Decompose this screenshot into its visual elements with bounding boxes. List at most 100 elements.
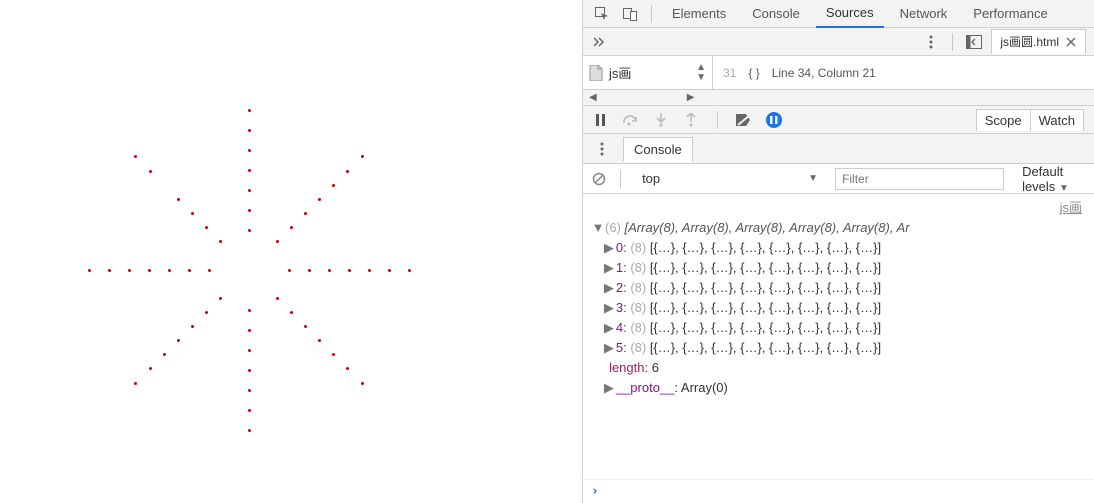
log-entry[interactable]: ▶0: (8) [{…}, {…}, {…}, {…}, {…}, {…}, {… <box>591 238 1086 258</box>
scroll-right-icon[interactable]: ▶ <box>687 92 695 103</box>
canvas-dot <box>177 339 180 342</box>
canvas-dot <box>219 297 222 300</box>
devtools-tabs: Elements Console Sources Network Perform… <box>583 0 1094 28</box>
canvas-dot <box>134 382 137 385</box>
canvas-dot <box>248 229 251 232</box>
log-root[interactable]: ▼(6) [Array(8), Array(8), Array(8), Arra… <box>591 218 1086 238</box>
canvas-dot <box>388 269 391 272</box>
deactivate-breakpoints-icon[interactable] <box>736 112 752 128</box>
canvas-dot <box>248 209 251 212</box>
canvas-dot <box>88 269 91 272</box>
navigator-spinner-icon[interactable]: ▲▼ <box>696 63 706 83</box>
canvas-dot <box>304 212 307 215</box>
tab-watch[interactable]: Watch <box>1030 109 1084 131</box>
separator <box>620 170 621 188</box>
canvas-dot <box>346 170 349 173</box>
canvas-dot <box>248 109 251 112</box>
pause-on-exceptions-icon[interactable] <box>766 112 782 128</box>
log-length: length: 6 <box>591 358 1086 378</box>
log-levels-dropdown[interactable]: Default levels ▼ <box>1022 164 1086 194</box>
canvas-dot <box>188 269 191 272</box>
overflow-chevrons-icon[interactable] <box>591 31 613 53</box>
open-file-tab[interactable]: js画圆.html <box>991 29 1086 54</box>
step-into-icon[interactable] <box>653 112 669 128</box>
step-out-icon[interactable] <box>683 112 699 128</box>
canvas-dot <box>318 339 321 342</box>
tab-scope[interactable]: Scope <box>976 109 1031 131</box>
console-output[interactable]: js画 ▼(6) [Array(8), Array(8), Array(8), … <box>583 194 1094 479</box>
canvas-dot <box>205 226 208 229</box>
close-file-icon[interactable] <box>1065 36 1077 48</box>
canvas-dot <box>361 382 364 385</box>
canvas-dot <box>248 149 251 152</box>
canvas-dot <box>288 269 291 272</box>
scope-watch-tabs: Scope Watch <box>977 109 1084 131</box>
tab-sources[interactable]: Sources <box>816 0 884 28</box>
canvas-dot <box>308 269 311 272</box>
canvas-dot <box>191 212 194 215</box>
braces-icon[interactable]: { } <box>748 66 759 80</box>
navigator-file-name: js画 <box>609 63 631 82</box>
tab-console[interactable]: Console <box>742 0 810 27</box>
context-selector[interactable]: top ▼ <box>635 168 825 189</box>
kebab-menu-icon[interactable] <box>920 31 942 53</box>
page-viewport <box>0 0 583 503</box>
source-link[interactable]: js画 <box>591 198 1086 218</box>
canvas-dot <box>148 269 151 272</box>
canvas-dot <box>348 269 351 272</box>
chevron-down-icon: ▼ <box>1059 183 1069 194</box>
tab-network[interactable]: Network <box>890 0 958 27</box>
log-levels-label: Default levels <box>1022 164 1063 194</box>
canvas-dot <box>219 240 222 243</box>
log-entry[interactable]: ▶1: (8) [{…}, {…}, {…}, {…}, {…}, {…}, {… <box>591 258 1086 278</box>
log-proto[interactable]: ▶__proto__: Array(0) <box>591 378 1086 398</box>
pause-icon[interactable] <box>593 112 609 128</box>
canvas-dot <box>318 198 321 201</box>
canvas-dot <box>208 269 211 272</box>
inspect-icon[interactable] <box>591 3 613 25</box>
log-entry[interactable]: ▶4: (8) [{…}, {…}, {…}, {…}, {…}, {…}, {… <box>591 318 1086 338</box>
canvas-dot <box>248 389 251 392</box>
log-entry[interactable]: ▶3: (8) [{…}, {…}, {…}, {…}, {…}, {…}, {… <box>591 298 1086 318</box>
canvas-dot <box>248 409 251 412</box>
sources-row: js画 ▲▼ 31 { } Line 34, Column 21 <box>583 56 1094 90</box>
canvas-dot <box>108 269 111 272</box>
context-selector-value: top <box>642 171 660 186</box>
step-over-icon[interactable] <box>623 112 639 128</box>
canvas-dot <box>248 329 251 332</box>
canvas-dot <box>332 353 335 356</box>
canvas-dot <box>290 311 293 314</box>
log-entry[interactable]: ▶5: (8) [{…}, {…}, {…}, {…}, {…}, {…}, {… <box>591 338 1086 358</box>
canvas-dot <box>361 155 364 158</box>
chevron-down-icon: ▼ <box>808 173 818 184</box>
scroll-left-icon[interactable]: ◀ <box>589 92 597 103</box>
canvas-dot <box>177 198 180 201</box>
drawer-tab-console[interactable]: Console <box>623 137 693 162</box>
separator <box>952 33 953 51</box>
sources-tab-bar: js画圆.html <box>583 28 1094 56</box>
canvas-dot <box>248 129 251 132</box>
tab-performance[interactable]: Performance <box>963 0 1057 27</box>
separator <box>717 111 718 129</box>
canvas-dot <box>248 169 251 172</box>
console-drawer-tabs: Console <box>583 134 1094 164</box>
canvas-dot <box>248 349 251 352</box>
clear-console-icon[interactable] <box>591 168 606 190</box>
filter-input[interactable] <box>835 168 1004 190</box>
canvas-dot <box>346 367 349 370</box>
drawer-kebab-icon[interactable] <box>591 138 613 160</box>
canvas-dot <box>276 240 279 243</box>
log-entry[interactable]: ▶2: (8) [{…}, {…}, {…}, {…}, {…}, {…}, {… <box>591 278 1086 298</box>
nav-scroll-strip: ◀ ▶ <box>583 90 1094 106</box>
show-navigator-icon[interactable] <box>963 31 985 53</box>
devtools-panel: Elements Console Sources Network Perform… <box>583 0 1094 503</box>
canvas-dot <box>248 429 251 432</box>
console-prompt[interactable]: › <box>583 479 1094 503</box>
canvas-dot <box>128 269 131 272</box>
device-toggle-icon[interactable] <box>619 3 641 25</box>
line-number: 31 <box>723 66 736 80</box>
canvas-dot <box>248 369 251 372</box>
cursor-status: Line 34, Column 21 <box>772 66 876 80</box>
tab-elements[interactable]: Elements <box>662 0 736 27</box>
navigator-file[interactable]: js画 ▲▼ <box>583 56 713 89</box>
